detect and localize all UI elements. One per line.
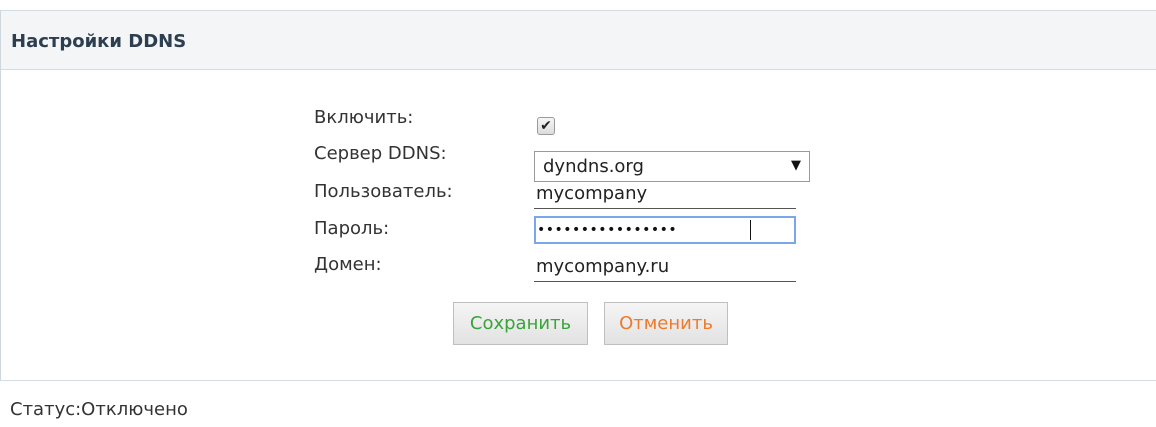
ddns-settings-panel: Настройки DDNS Включить: ✔ Сервер DDNS: … [0, 10, 1156, 380]
panel-title: Настройки DDNS [11, 31, 187, 52]
ddns-server-label: Сервер DDNS: [314, 143, 447, 164]
user-input-value: mycompany [536, 183, 648, 204]
dropdown-arrow-icon: ▼ [791, 158, 801, 173]
user-input[interactable]: mycompany [534, 183, 796, 209]
save-button[interactable]: Сохранить [453, 302, 588, 345]
user-label: Пользователь: [314, 181, 453, 202]
panel-header: Настройки DDNS [1, 10, 1156, 70]
password-label: Пароль: [314, 218, 390, 239]
domain-label: Домен: [314, 254, 382, 275]
enable-label: Включить: [314, 107, 414, 128]
domain-input[interactable]: mycompany.ru [534, 256, 796, 282]
password-masked-value: •••••••••••••••• [537, 222, 678, 238]
cancel-button[interactable]: Отменить [604, 302, 728, 345]
text-caret [750, 220, 751, 240]
enable-checkbox[interactable]: ✔ [537, 117, 555, 135]
checkmark-icon: ✔ [540, 118, 552, 134]
status-text: Статус:Отключено [10, 399, 188, 420]
domain-input-value: mycompany.ru [536, 256, 670, 277]
password-input[interactable]: •••••••••••••••• [534, 216, 796, 244]
ddns-server-value: dyndns.org [543, 156, 644, 177]
status-divider [0, 380, 1156, 381]
ddns-server-select[interactable]: dyndns.org ▼ [534, 151, 810, 182]
